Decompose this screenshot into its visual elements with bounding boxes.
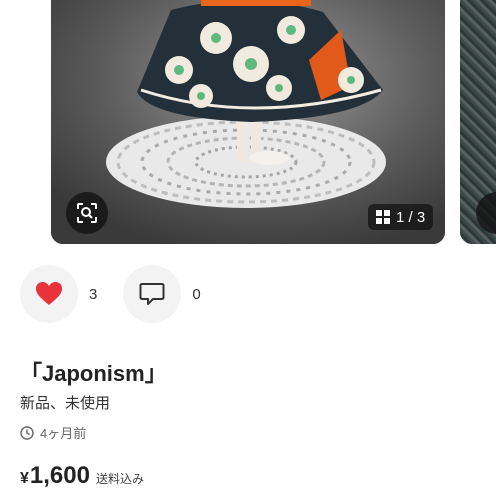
clock-icon: [20, 425, 34, 440]
price: 1,600: [29, 462, 90, 489]
action-bar: 3 0: [20, 265, 227, 323]
comment-icon: [139, 283, 165, 305]
image-counter-text: 1 / 3: [396, 208, 426, 226]
like-count: 3: [89, 285, 98, 303]
image-search-button[interactable]: [66, 192, 108, 234]
image-counter: 1 / 3: [368, 204, 434, 230]
image-gallery[interactable]: 1 / 3: [0, 0, 496, 244]
item-condition: 新品、未使用: [20, 395, 111, 412]
price-row: ¥ 1,600 送料込み: [20, 462, 144, 490]
shipping-label: 送料込み: [95, 472, 144, 486]
heart-icon: [36, 282, 62, 305]
comment-count: 0: [192, 285, 201, 303]
currency-symbol: ¥: [20, 470, 29, 487]
comment-button[interactable]: [123, 265, 182, 323]
like-button[interactable]: [20, 265, 78, 323]
posted-time-row: 4ヶ月前: [20, 423, 86, 442]
posted-time: 4ヶ月前: [40, 426, 87, 441]
item-title: 「Japonism」: [20, 361, 167, 386]
image-search-icon: [77, 203, 97, 223]
grid-icon: [376, 210, 390, 224]
